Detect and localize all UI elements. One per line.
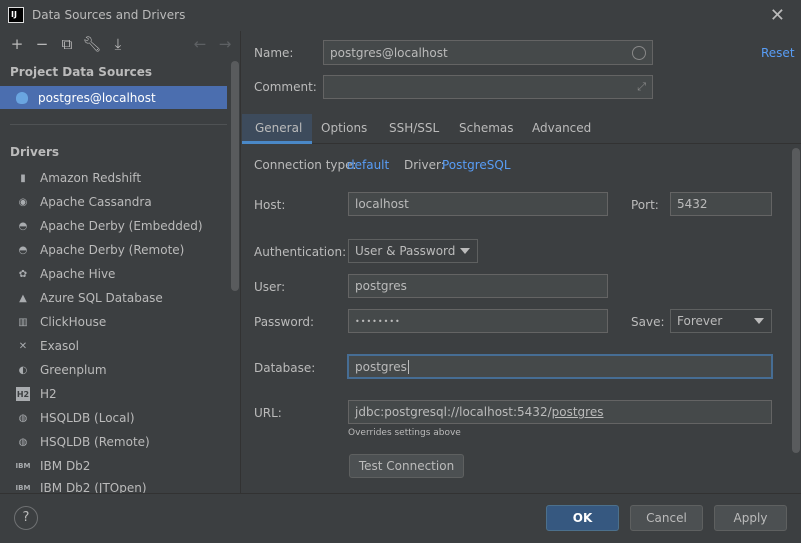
- url-hint: Overrides settings above: [348, 428, 461, 438]
- driver-item[interactable]: ▮ Amazon Redshift: [0, 166, 230, 190]
- user-label: User:: [254, 280, 286, 294]
- cassandra-icon: ◉: [18, 196, 28, 208]
- tab-schemas[interactable]: Schemas: [459, 121, 514, 135]
- postgresql-icon: [16, 91, 28, 104]
- driver-item[interactable]: ◍ HSQLDB (Remote): [0, 430, 230, 454]
- intellij-logo-icon: IJ: [8, 7, 24, 23]
- name-field[interactable]: postgres@localhost: [323, 40, 653, 65]
- duplicate-icon[interactable]: ⧉: [57, 34, 77, 54]
- password-label: Password:: [254, 315, 315, 329]
- import-icon[interactable]: ⤓: [108, 34, 128, 54]
- tab-general[interactable]: General: [255, 121, 302, 135]
- driver-item[interactable]: ▲ Azure SQL Database: [0, 286, 230, 310]
- drivers-header: Drivers: [10, 145, 60, 159]
- authentication-select[interactable]: User & Password: [348, 239, 478, 263]
- add-icon[interactable]: +: [7, 34, 27, 54]
- remove-icon[interactable]: −: [32, 34, 52, 54]
- forward-arrow-icon[interactable]: →: [215, 34, 235, 54]
- driver-link[interactable]: PostgreSQL: [442, 158, 511, 172]
- azure-icon: ▲: [19, 292, 27, 304]
- sidebar-toolbar: + − ⧉ 🔧︎ ⤓ ← →: [0, 31, 241, 58]
- hsqldb-icon: ◍: [18, 436, 28, 448]
- chevron-down-icon: [754, 318, 764, 324]
- sidebar-item-label: postgres@localhost: [38, 90, 156, 105]
- driver-item[interactable]: ✕ Exasol: [0, 334, 230, 358]
- color-circle-icon[interactable]: [632, 46, 646, 60]
- chevron-down-icon: [460, 248, 470, 254]
- driver-item[interactable]: ✿ Apache Hive: [0, 262, 230, 286]
- port-label: Port:: [631, 198, 659, 212]
- hive-icon: ✿: [18, 268, 28, 280]
- active-tab-indicator: [242, 141, 312, 144]
- tab-advanced[interactable]: Advanced: [532, 121, 591, 135]
- connection-type-link[interactable]: default: [347, 158, 389, 172]
- clickhouse-icon: ▥: [18, 316, 28, 328]
- main-panel: Name: postgres@localhost Reset Comment: …: [242, 31, 801, 493]
- user-field[interactable]: postgres: [348, 274, 608, 298]
- authentication-label: Authentication:: [254, 245, 347, 259]
- reset-link[interactable]: Reset: [761, 46, 795, 60]
- back-arrow-icon[interactable]: ←: [190, 34, 210, 54]
- driver-list: ▮ Amazon Redshift ◉ Apache Cassandra ◓ Apac…: [0, 166, 230, 498]
- tab-bar: General Options SSH/SSL Schemas Advanced: [242, 114, 801, 144]
- host-label: Host:: [254, 198, 286, 212]
- url-label: URL:: [254, 406, 282, 420]
- hsqldb-icon: ◍: [18, 412, 28, 424]
- sidebar-scrollbar[interactable]: [231, 61, 239, 291]
- comment-label: Comment:: [254, 80, 317, 94]
- derby-icon: ◓: [18, 244, 28, 256]
- driver-item[interactable]: ◉ Apache Cassandra: [0, 190, 230, 214]
- driver-item[interactable]: ◓ Apache Derby (Embedded): [0, 214, 230, 238]
- main-scrollbar[interactable]: [792, 148, 800, 453]
- tab-options[interactable]: Options: [321, 121, 367, 135]
- cancel-button[interactable]: Cancel: [630, 505, 703, 531]
- name-label: Name:: [254, 46, 294, 60]
- help-icon[interactable]: ?: [14, 506, 38, 530]
- driver-item[interactable]: ◐ Greenplum: [0, 358, 230, 382]
- window-title: Data Sources and Drivers: [32, 8, 186, 22]
- wrench-icon[interactable]: 🔧︎: [82, 34, 102, 54]
- divider: [10, 124, 227, 125]
- driver-item[interactable]: ◍ HSQLDB (Local): [0, 406, 230, 430]
- sidebar-item-postgres-localhost[interactable]: postgres@localhost: [0, 86, 227, 109]
- close-icon[interactable]: ✕: [770, 5, 785, 26]
- driver-item[interactable]: IBM IBM Db2: [0, 454, 230, 478]
- driver-item[interactable]: ▥ ClickHouse: [0, 310, 230, 334]
- comment-field[interactable]: ⤢: [323, 75, 653, 99]
- driver-item[interactable]: ◓ Apache Derby (Remote): [0, 238, 230, 262]
- sidebar: + − ⧉ 🔧︎ ⤓ ← → Project Data Sources post…: [0, 31, 241, 495]
- database-label: Database:: [254, 361, 316, 375]
- driver-label: Driver:: [404, 158, 445, 172]
- db2-icon: IBM: [15, 462, 31, 470]
- redshift-icon: ▮: [20, 172, 26, 184]
- project-data-sources-header: Project Data Sources: [10, 65, 153, 79]
- port-field[interactable]: 5432: [670, 192, 772, 216]
- h2-icon: H2: [16, 387, 30, 401]
- apply-button[interactable]: Apply: [714, 505, 787, 531]
- exasol-icon: ✕: [18, 340, 28, 352]
- save-label: Save:: [631, 315, 665, 329]
- title-bar: IJ Data Sources and Drivers ✕: [0, 0, 801, 31]
- database-field[interactable]: postgres: [347, 354, 773, 379]
- test-connection-button[interactable]: Test Connection: [349, 454, 464, 478]
- ok-button[interactable]: OK: [546, 505, 619, 531]
- dialog-footer: ? OK Cancel Apply: [0, 493, 801, 543]
- save-select[interactable]: Forever: [670, 309, 772, 333]
- driver-item[interactable]: H2 H2: [0, 382, 230, 406]
- password-field[interactable]: ••••••••: [348, 309, 608, 333]
- greenplum-icon: ◐: [18, 364, 28, 376]
- tab-ssh-ssl[interactable]: SSH/SSL: [389, 121, 439, 135]
- connection-type-label: Connection type:: [254, 158, 357, 172]
- text-cursor: [407, 359, 409, 374]
- host-field[interactable]: localhost: [348, 192, 608, 216]
- url-field[interactable]: jdbc:postgresql://localhost:5432/postgre…: [348, 400, 772, 424]
- derby-icon: ◓: [18, 220, 28, 232]
- expand-icon[interactable]: ⤢: [637, 80, 646, 94]
